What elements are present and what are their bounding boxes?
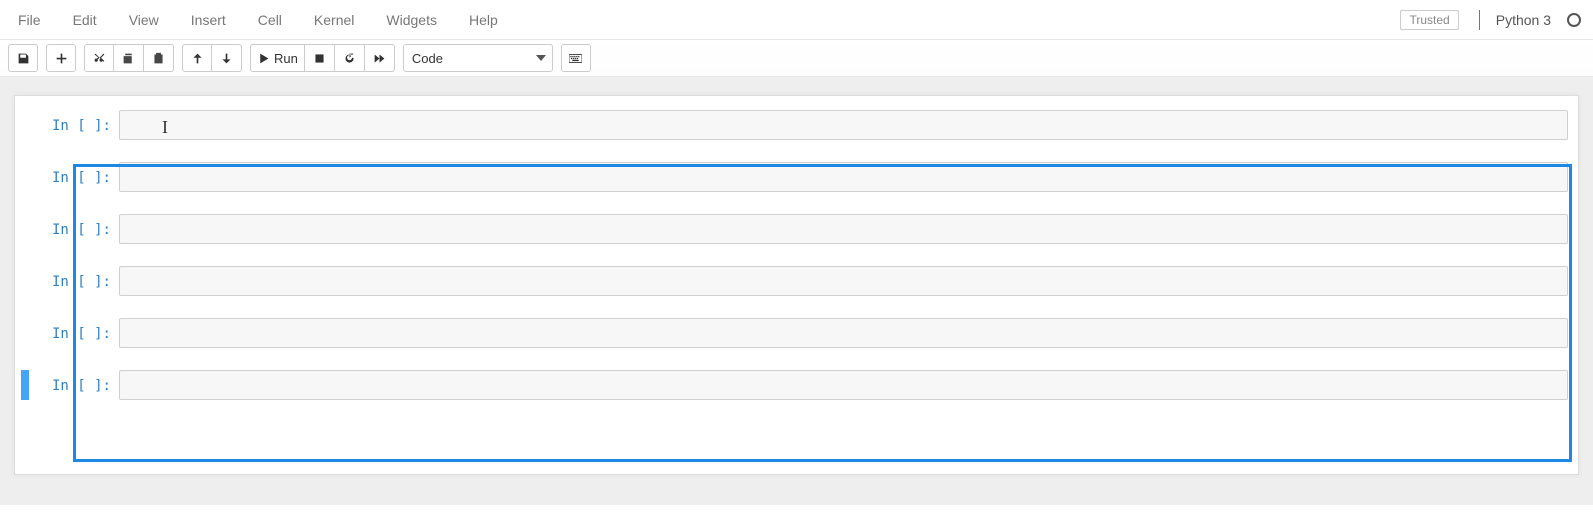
plus-icon bbox=[55, 52, 68, 65]
code-cell[interactable]: In [ ]: bbox=[15, 158, 1578, 196]
kernel-idle-icon[interactable] bbox=[1567, 13, 1581, 27]
keyboard-icon bbox=[569, 52, 582, 65]
interrupt-button[interactable] bbox=[305, 44, 335, 72]
code-input[interactable] bbox=[119, 162, 1568, 192]
arrow-up-icon bbox=[191, 52, 204, 65]
run-button-label: Run bbox=[274, 51, 298, 66]
restart-button[interactable] bbox=[335, 44, 365, 72]
menu-widgets[interactable]: Widgets bbox=[370, 0, 453, 40]
play-icon bbox=[257, 52, 270, 65]
input-prompt: In [ ]: bbox=[29, 162, 119, 192]
code-input[interactable] bbox=[119, 318, 1568, 348]
code-input[interactable] bbox=[119, 266, 1568, 296]
code-cell[interactable]: In [ ]: bbox=[15, 210, 1578, 248]
code-cell[interactable]: In [ ]: bbox=[15, 366, 1578, 404]
trusted-indicator[interactable]: Trusted bbox=[1400, 10, 1458, 30]
menu-edit[interactable]: Edit bbox=[57, 0, 113, 40]
text-cursor-icon: I bbox=[162, 117, 168, 138]
cell-select-marker bbox=[21, 110, 29, 140]
move-up-button[interactable] bbox=[182, 44, 212, 72]
code-input[interactable] bbox=[119, 214, 1568, 244]
restart-run-all-button[interactable] bbox=[365, 44, 395, 72]
input-prompt: In [ ]: bbox=[29, 318, 119, 348]
menubar: File Edit View Insert Cell Kernel Widget… bbox=[0, 0, 1593, 40]
kernel-separator bbox=[1479, 10, 1480, 30]
cell-type-select[interactable]: Code bbox=[403, 44, 553, 72]
toolbar: Run Code bbox=[0, 40, 1593, 77]
menu-help[interactable]: Help bbox=[453, 0, 514, 40]
code-cell[interactable]: In [ ]: bbox=[15, 314, 1578, 352]
menu-file[interactable]: File bbox=[8, 0, 57, 40]
input-prompt: In [ ]: bbox=[29, 370, 119, 400]
fast-forward-icon bbox=[373, 52, 386, 65]
restart-icon bbox=[343, 52, 356, 65]
cell-select-marker bbox=[21, 214, 29, 244]
paste-icon bbox=[152, 52, 165, 65]
paste-button[interactable] bbox=[144, 44, 174, 72]
input-prompt: In [ ]: bbox=[29, 214, 119, 244]
input-prompt: In [ ]: bbox=[29, 266, 119, 296]
menu-cell[interactable]: Cell bbox=[242, 0, 298, 40]
notebook-container: In [ ]: I In [ ]: In [ ]: In [ ]: In [ ]… bbox=[14, 95, 1579, 475]
menu-view[interactable]: View bbox=[113, 0, 175, 40]
save-icon bbox=[17, 52, 30, 65]
kernel-name[interactable]: Python 3 bbox=[1496, 12, 1551, 28]
save-button[interactable] bbox=[8, 44, 38, 72]
scissors-icon bbox=[93, 52, 106, 65]
input-prompt: In [ ]: bbox=[29, 110, 119, 140]
code-input[interactable]: I bbox=[119, 110, 1568, 140]
menubar-right: Trusted Python 3 bbox=[1400, 10, 1585, 30]
cell-select-marker bbox=[21, 318, 29, 348]
cell-select-marker bbox=[21, 370, 29, 400]
copy-icon bbox=[122, 52, 135, 65]
insert-cell-below-button[interactable] bbox=[46, 44, 76, 72]
code-cell[interactable]: In [ ]: I bbox=[15, 106, 1578, 144]
cell-select-marker bbox=[21, 162, 29, 192]
command-palette-button[interactable] bbox=[561, 44, 591, 72]
multi-cell-selection-box bbox=[73, 164, 1572, 462]
move-down-button[interactable] bbox=[212, 44, 242, 72]
code-cell[interactable]: In [ ]: bbox=[15, 262, 1578, 300]
run-button[interactable]: Run bbox=[250, 44, 305, 72]
cell-select-marker bbox=[21, 266, 29, 296]
menu-kernel[interactable]: Kernel bbox=[298, 0, 370, 40]
menubar-left: File Edit View Insert Cell Kernel Widget… bbox=[8, 0, 514, 40]
stop-icon bbox=[313, 52, 326, 65]
page-background: In [ ]: I In [ ]: In [ ]: In [ ]: In [ ]… bbox=[0, 77, 1593, 505]
code-input[interactable] bbox=[119, 370, 1568, 400]
arrow-down-icon bbox=[220, 52, 233, 65]
cut-button[interactable] bbox=[84, 44, 114, 72]
menu-insert[interactable]: Insert bbox=[175, 0, 242, 40]
copy-button[interactable] bbox=[114, 44, 144, 72]
